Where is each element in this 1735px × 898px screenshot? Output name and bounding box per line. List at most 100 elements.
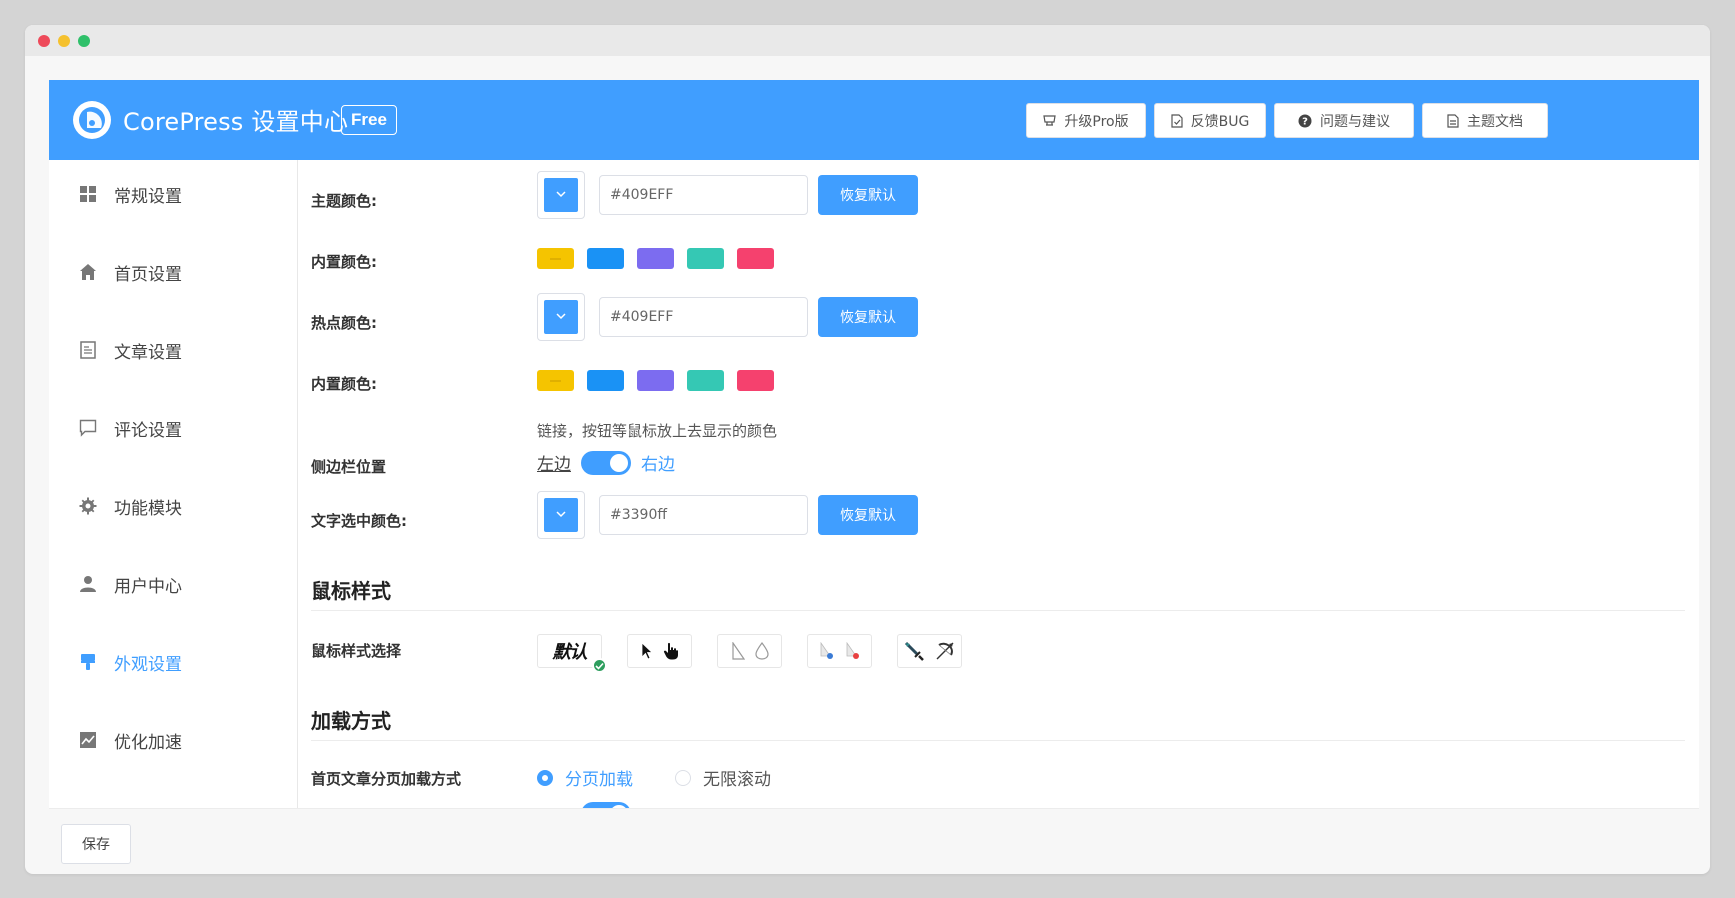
- hand-cursor-icon: [663, 642, 678, 660]
- maximize-window-dot[interactable]: [78, 35, 90, 47]
- theme-color-input[interactable]: #409EFF: [599, 175, 808, 215]
- sidebar-item-home[interactable]: 首页设置: [49, 244, 298, 300]
- upgrade-pro-button[interactable]: 升级Pro版: [1026, 103, 1146, 138]
- corepress-logo: [73, 101, 111, 139]
- drop-cursor-icon: [754, 642, 769, 660]
- minimize-window-dot[interactable]: [58, 35, 70, 47]
- preset-color-purple[interactable]: [637, 248, 674, 269]
- edition-badge: Free: [341, 105, 397, 135]
- section-divider: [311, 610, 1685, 611]
- grid-icon: [80, 186, 96, 202]
- upgrade-pro-label: 升级Pro版: [1064, 113, 1129, 130]
- close-window-dot[interactable]: [38, 35, 50, 47]
- preset-colors-label: 内置颜色:: [311, 375, 377, 393]
- sidebar-item-appearance[interactable]: 外观设置: [49, 634, 298, 690]
- cursor-option-outline[interactable]: [717, 634, 782, 668]
- preset-color-blue[interactable]: [587, 370, 624, 391]
- chevron-down-icon: [556, 313, 566, 320]
- hot-color-label: 热点颜色:: [311, 314, 377, 332]
- gear-icon: [79, 497, 97, 515]
- sidebar-item-modules[interactable]: 功能模块: [49, 478, 298, 534]
- hot-color-input[interactable]: #409EFF: [599, 297, 808, 337]
- preset-color-teal[interactable]: [687, 248, 724, 269]
- report-bug-button[interactable]: 反馈BUG: [1154, 103, 1266, 138]
- chart-icon: [80, 732, 96, 748]
- paint-brush-icon: [81, 654, 95, 670]
- sidebar-item-general[interactable]: 常规设置: [49, 166, 298, 222]
- theme-color-reset-button[interactable]: 恢复默认: [818, 175, 918, 215]
- preset-color-yellow[interactable]: [537, 248, 574, 269]
- outline-arrow-cursor-icon: [731, 642, 745, 660]
- load-method-radio-group: 分页加载 无限滚动: [537, 765, 771, 790]
- svg-text:?: ?: [1302, 116, 1308, 127]
- select-color-label: 文字选中颜色:: [311, 512, 407, 530]
- sidebar-position-right-label: 右边: [641, 455, 675, 475]
- sidebar-item-user-center[interactable]: 用户中心: [49, 556, 298, 612]
- preset-color-red[interactable]: [737, 248, 774, 269]
- theme-color-picker[interactable]: [537, 171, 585, 219]
- sidebar-position-switch-row: 左边 右边: [537, 450, 675, 475]
- preset-color-purple[interactable]: [637, 370, 674, 391]
- sword-cursor-icon: [904, 641, 924, 661]
- theme-docs-button[interactable]: 主题文档: [1422, 103, 1548, 138]
- cursor-default-text: 默认: [552, 642, 588, 663]
- save-button[interactable]: 保存: [61, 824, 131, 864]
- app-header: CorePress 设置中心 Free 升级Pro版 反馈BUG ? 问题与建议…: [49, 80, 1699, 160]
- mouse-style-section-title: 鼠标样式: [311, 579, 391, 603]
- radio-pagination-label[interactable]: 分页加载: [565, 765, 633, 790]
- hot-color-picker[interactable]: [537, 293, 585, 341]
- hot-color-reset-button[interactable]: 恢复默认: [818, 297, 918, 337]
- radio-infinite-scroll[interactable]: [675, 769, 691, 786]
- preset-color-yellow[interactable]: [537, 370, 574, 391]
- hot-color-swatch: [544, 300, 578, 334]
- theme-docs-label: 主题文档: [1467, 113, 1523, 130]
- preset-colors-label: 内置颜色:: [311, 253, 377, 271]
- red-dot-cursor-icon: [846, 642, 859, 659]
- section-divider: [311, 740, 1685, 741]
- cursor-option-dot[interactable]: [807, 634, 872, 668]
- sidebar-item-label: 首页设置: [114, 264, 182, 285]
- cursor-option-classic[interactable]: [627, 634, 692, 668]
- sidebar-item-comment[interactable]: 评论设置: [49, 400, 298, 456]
- selected-check-icon: [592, 658, 607, 673]
- settings-app: CorePress 设置中心 Free 升级Pro版 反馈BUG ? 问题与建议…: [49, 80, 1699, 874]
- select-color-reset-button[interactable]: 恢复默认: [818, 495, 918, 535]
- hot-color-hint: 链接，按钮等鼠标放上去显示的颜色: [537, 422, 778, 440]
- radio-infinite-scroll-label[interactable]: 无限滚动: [703, 765, 771, 790]
- sidebar-item-article[interactable]: 文章设置: [49, 322, 298, 378]
- app-title: CorePress 设置中心: [123, 108, 349, 136]
- settings-footer: 保存: [49, 808, 1699, 874]
- feedback-button[interactable]: ? 问题与建议: [1274, 103, 1414, 138]
- article-icon: [80, 341, 96, 359]
- sidebar-item-label: 外观设置: [114, 654, 182, 675]
- file-check-icon: [1171, 113, 1183, 128]
- preset-color-teal[interactable]: [687, 370, 724, 391]
- user-icon: [80, 576, 96, 592]
- window-titlebar: [25, 25, 1710, 56]
- sidebar-position-toggle[interactable]: [581, 450, 631, 475]
- sidebar-item-label: 文章设置: [114, 342, 182, 363]
- settings-content: 主题颜色: #409EFF 恢复默认 内置颜色: 热点颜色: #409EFF 恢…: [299, 160, 1699, 808]
- comment-icon: [79, 419, 97, 437]
- sidebar-item-label: 用户中心: [114, 576, 182, 597]
- settings-sidebar: 常规设置 首页设置 文章设置 评论设置 功能模块 用户中心 外观设置 优化加速: [49, 160, 298, 808]
- crown-icon: [1043, 115, 1057, 126]
- sidebar-position-left-label: 左边: [537, 455, 571, 475]
- browser-window: CorePress 设置中心 Free 升级Pro版 反馈BUG ? 问题与建议…: [25, 25, 1710, 874]
- arrow-cursor-icon: [641, 642, 653, 660]
- chevron-down-icon: [556, 191, 566, 198]
- preset-color-blue[interactable]: [587, 248, 624, 269]
- select-color-picker[interactable]: [537, 491, 585, 539]
- radio-pagination[interactable]: [537, 769, 553, 786]
- load-method-section-title: 加载方式: [311, 709, 391, 733]
- question-circle-icon: ?: [1298, 114, 1312, 127]
- sidebar-item-optimize[interactable]: 优化加速: [49, 712, 298, 768]
- select-color-input[interactable]: #3390ff: [599, 495, 808, 535]
- sidebar-item-label: 优化加速: [114, 732, 182, 753]
- cursor-option-weapon[interactable]: [897, 634, 962, 668]
- sidebar-position-label: 侧边栏位置: [311, 458, 387, 476]
- theme-color-swatch: [544, 178, 578, 212]
- cursor-option-default[interactable]: 默认: [537, 634, 607, 673]
- chevron-down-icon: [556, 511, 566, 518]
- preset-color-red[interactable]: [737, 370, 774, 391]
